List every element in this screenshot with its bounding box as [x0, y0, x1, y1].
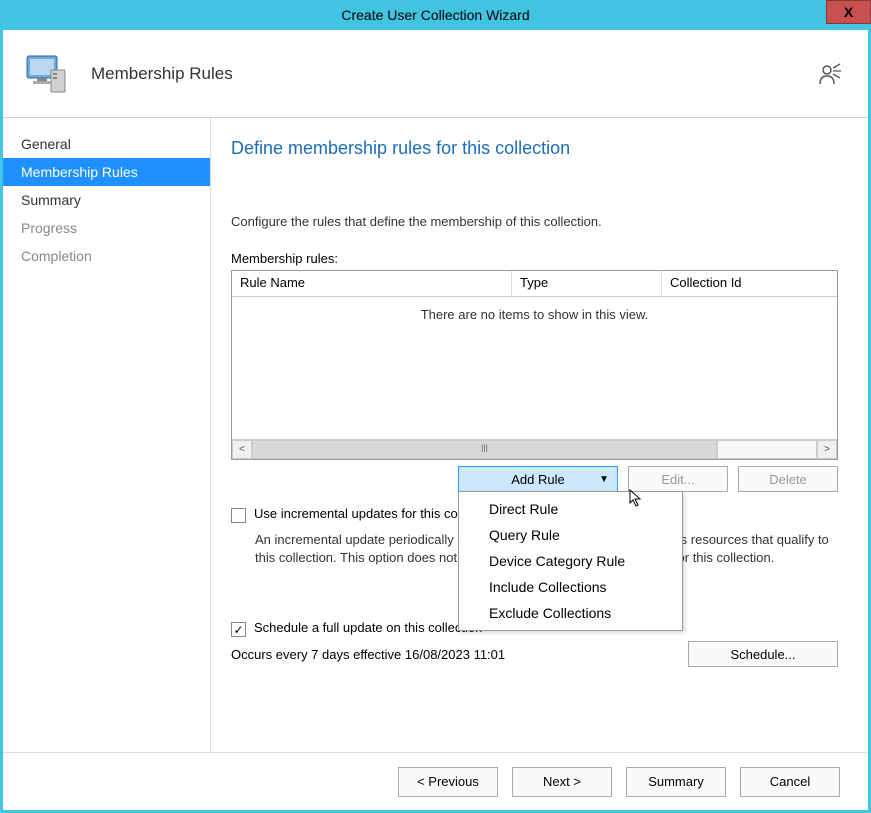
incremental-checkbox[interactable] [231, 508, 246, 523]
column-rule-name[interactable]: Rule Name [232, 271, 512, 296]
sidebar-item-label: Summary [21, 192, 81, 208]
main-panel: Define membership rules for this collect… [211, 118, 868, 752]
close-button[interactable]: X [826, 0, 871, 24]
header-title: Membership Rules [91, 64, 233, 84]
instruction-text: Configure the rules that define the memb… [231, 214, 838, 229]
delete-label: Delete [769, 472, 807, 487]
add-rule-label: Add Rule [511, 472, 564, 487]
summary-label: Summary [648, 774, 704, 789]
sidebar: General Membership Rules Summary Progres… [3, 118, 211, 752]
sidebar-item-summary[interactable]: Summary [3, 186, 210, 214]
dropdown-item-label: Include Collections [489, 579, 607, 595]
scroll-track[interactable]: lll [252, 440, 717, 459]
schedule-checkbox[interactable]: ✓ [231, 622, 246, 637]
dropdown-direct-rule[interactable]: Direct Rule [459, 496, 682, 522]
page-heading: Define membership rules for this collect… [231, 138, 838, 159]
user-icon [817, 62, 843, 91]
window-body: Membership Rules General Membership Rule… [0, 30, 871, 813]
edit-label: Edit... [661, 472, 694, 487]
next-label: Next > [543, 774, 581, 789]
scroll-spacer [717, 440, 817, 459]
sidebar-item-label: Membership Rules [21, 164, 138, 180]
rule-buttons-row: Add Rule ▼ Direct Rule Query Rule Device… [231, 466, 838, 492]
wizard-footer: < Previous Next > Summary Cancel [3, 752, 868, 810]
grid-header: Rule Name Type Collection Id [232, 271, 837, 297]
dropdown-item-label: Exclude Collections [489, 605, 611, 621]
schedule-label: Schedule a full update on this collectio… [254, 620, 482, 635]
wizard-body: General Membership Rules Summary Progres… [3, 118, 868, 752]
scroll-left-arrow[interactable]: < [232, 440, 252, 459]
sidebar-item-completion[interactable]: Completion [3, 242, 210, 270]
rules-label: Membership rules: [231, 251, 838, 266]
column-collection-id[interactable]: Collection Id [662, 271, 837, 296]
grid-horizontal-scrollbar[interactable]: < lll > [232, 439, 837, 459]
add-rule-button[interactable]: Add Rule ▼ [458, 466, 618, 492]
window-title: Create User Collection Wizard [341, 7, 529, 23]
cancel-label: Cancel [770, 774, 810, 789]
scroll-right-arrow[interactable]: > [817, 440, 837, 459]
grid-body: There are no items to show in this view. [232, 297, 837, 439]
previous-label: < Previous [417, 774, 479, 789]
sidebar-item-membership-rules[interactable]: Membership Rules [3, 158, 210, 186]
schedule-details-row: Occurs every 7 days effective 16/08/2023… [231, 641, 838, 667]
sidebar-item-label: Progress [21, 220, 77, 236]
summary-button[interactable]: Summary [626, 767, 726, 797]
dropdown-device-category-rule[interactable]: Device Category Rule [459, 548, 682, 574]
close-icon: X [844, 4, 853, 20]
next-button[interactable]: Next > [512, 767, 612, 797]
sidebar-item-general[interactable]: General [3, 130, 210, 158]
dropdown-item-label: Direct Rule [489, 501, 558, 517]
previous-button[interactable]: < Previous [398, 767, 498, 797]
cancel-button[interactable]: Cancel [740, 767, 840, 797]
sidebar-item-label: Completion [21, 248, 92, 264]
wizard-header: Membership Rules [3, 30, 868, 118]
rules-grid: Rule Name Type Collection Id There are n… [231, 270, 838, 460]
edit-button[interactable]: Edit... [628, 466, 728, 492]
sidebar-item-label: General [21, 136, 71, 152]
dropdown-include-collections[interactable]: Include Collections [459, 574, 682, 600]
schedule-button[interactable]: Schedule... [688, 641, 838, 667]
column-type[interactable]: Type [512, 271, 662, 296]
chevron-down-icon: ▼ [599, 474, 609, 485]
add-rule-dropdown: Direct Rule Query Rule Device Category R… [458, 491, 683, 631]
delete-button[interactable]: Delete [738, 466, 838, 492]
titlebar: Create User Collection Wizard X [0, 0, 871, 30]
dropdown-item-label: Query Rule [489, 527, 560, 543]
dropdown-query-rule[interactable]: Query Rule [459, 522, 682, 548]
sidebar-item-progress[interactable]: Progress [3, 214, 210, 242]
dropdown-exclude-collections[interactable]: Exclude Collections [459, 600, 682, 626]
schedule-occurs-text: Occurs every 7 days effective 16/08/2023… [231, 647, 505, 662]
monitor-icon [23, 50, 71, 98]
dropdown-item-label: Device Category Rule [489, 553, 625, 569]
empty-message: There are no items to show in this view. [421, 307, 649, 322]
schedule-button-label: Schedule... [730, 647, 795, 662]
